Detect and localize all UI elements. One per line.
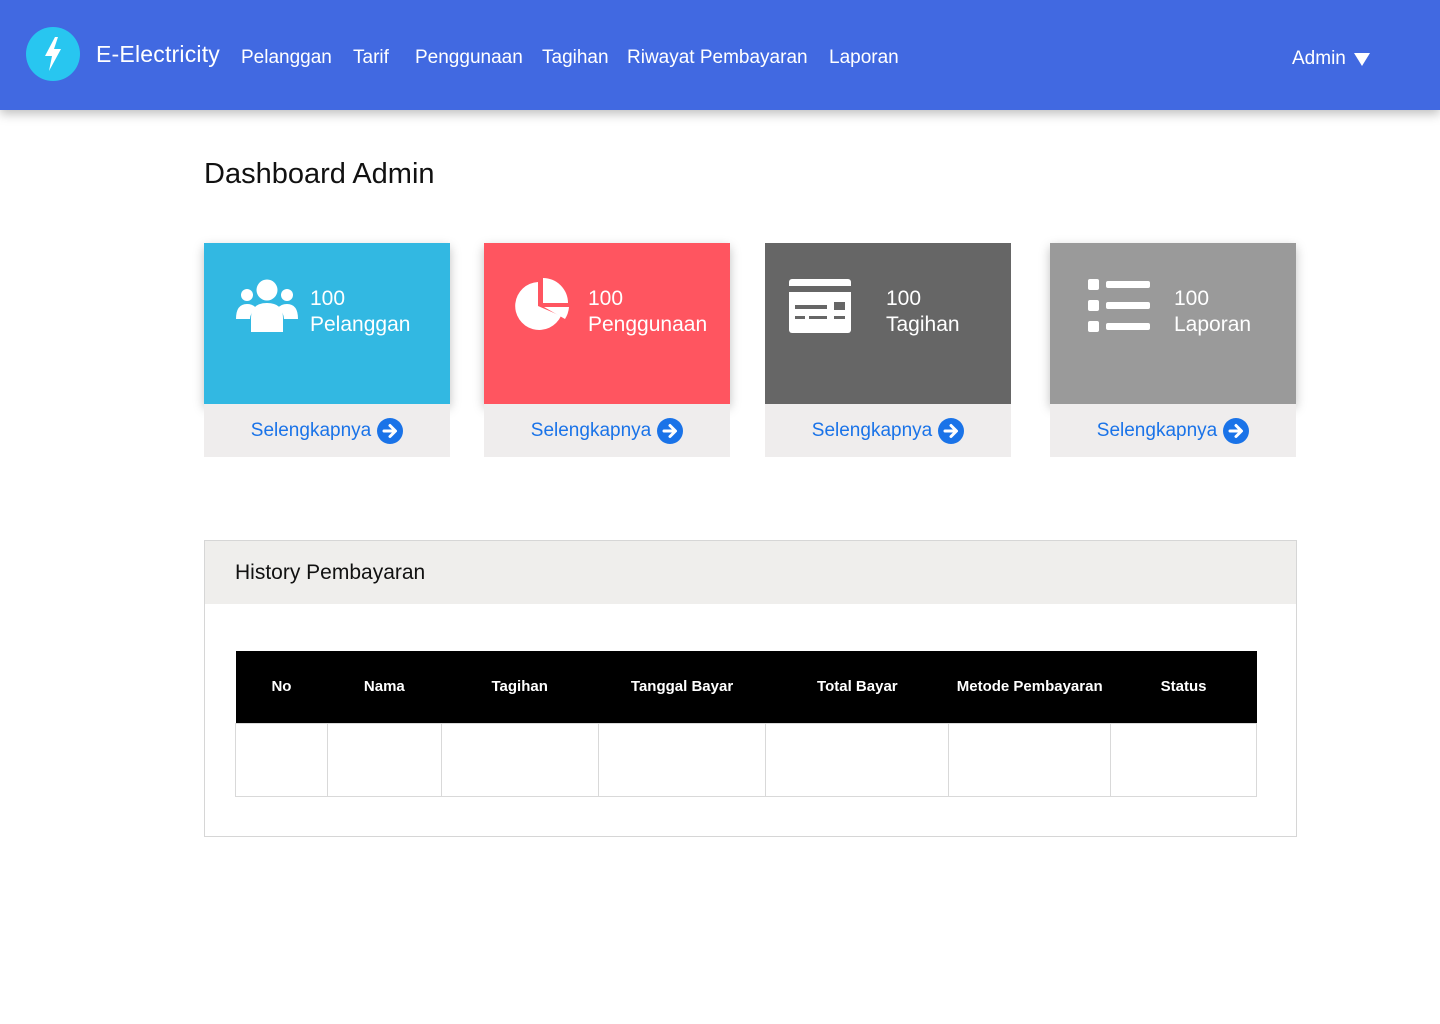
nav-item-tarif[interactable]: Tarif — [353, 47, 389, 69]
nav-item-penggunaan[interactable]: Penggunaan — [415, 47, 523, 69]
stat-count: 100 — [588, 287, 624, 310]
stat-label: Pelanggan — [310, 313, 411, 336]
table-row — [235, 722, 1257, 797]
admin-label: Admin — [1292, 48, 1346, 69]
column-header-tagihan[interactable]: Tagihan — [441, 651, 599, 723]
pie-chart-icon — [515, 278, 569, 330]
arrow-right-circle-icon — [657, 417, 684, 444]
more-link-label: Selengkapnya — [530, 419, 652, 441]
top-navbar: E-Electricity Pelanggan Tarif Penggunaan… — [0, 0, 1440, 110]
stat-card-body: 100 Tagihan — [765, 243, 1011, 404]
column-header-metode-pembayaran[interactable]: Metode Pembayaran — [948, 651, 1111, 723]
more-link-laporan[interactable]: Selengkapnya — [1050, 404, 1296, 457]
nav-item-laporan[interactable]: Laporan — [829, 47, 899, 69]
column-header-tanggal-bayar[interactable]: Tanggal Bayar — [598, 651, 766, 723]
users-icon — [236, 279, 298, 332]
history-panel: History Pembayaran No Nama Tagihan Tangg… — [204, 540, 1297, 837]
lightning-bolt-icon[interactable] — [26, 27, 80, 81]
nav-item-tagihan[interactable]: Tagihan — [542, 47, 609, 69]
more-link-tagihan[interactable]: Selengkapnya — [765, 404, 1011, 457]
table-header-row: No Nama Tagihan Tanggal Bayar Total Baya… — [235, 651, 1257, 723]
stat-count: 100 — [1174, 287, 1210, 310]
stat-count: 100 — [310, 287, 346, 310]
table-cell — [326, 722, 442, 797]
stat-label: Laporan — [1174, 313, 1252, 336]
more-link-penggunaan[interactable]: Selengkapnya — [484, 404, 730, 457]
column-header-total-bayar[interactable]: Total Bayar — [765, 651, 949, 723]
history-panel-header: History Pembayaran — [205, 541, 1296, 604]
more-link-label: Selengkapnya — [1096, 419, 1218, 441]
invoice-card-icon — [789, 279, 851, 333]
nav-item-pelanggan[interactable]: Pelanggan — [241, 47, 332, 69]
more-link-pelanggan[interactable]: Selengkapnya — [204, 404, 450, 457]
column-header-nama[interactable]: Nama — [327, 651, 442, 723]
table-cell — [235, 722, 328, 797]
stat-label: Tagihan — [886, 313, 960, 336]
arrow-right-circle-icon — [1223, 417, 1250, 444]
caret-down-icon — [1353, 52, 1370, 66]
stat-card-pelanggan: 100 Pelanggan Selengkapnya — [204, 243, 450, 457]
stat-label: Penggunaan — [588, 313, 708, 336]
more-link-label: Selengkapnya — [811, 419, 933, 441]
stat-card-penggunaan: 100 Penggunaan Selengkapnya — [484, 243, 730, 457]
table-cell — [948, 722, 1112, 797]
table-cell — [597, 722, 767, 797]
history-title: History Pembayaran — [235, 561, 426, 584]
history-table: No Nama Tagihan Tanggal Bayar Total Baya… — [235, 651, 1257, 797]
stat-card-body: 100 Laporan — [1050, 243, 1296, 404]
stat-card-body: 100 Penggunaan — [484, 243, 730, 404]
admin-user-menu[interactable]: Admin — [1292, 48, 1370, 70]
more-link-label: Selengkapnya — [250, 419, 372, 441]
stat-card-tagihan: 100 Tagihan Selengkapnya — [765, 243, 1011, 457]
list-icon — [1088, 279, 1150, 332]
nav-item-riwayat-pembayaran[interactable]: Riwayat Pembayaran — [627, 47, 808, 69]
page-title: Dashboard Admin — [204, 158, 435, 190]
table-cell — [765, 722, 950, 797]
stat-count: 100 — [886, 287, 922, 310]
column-header-status[interactable]: Status — [1110, 651, 1257, 723]
stat-card-laporan: 100 Laporan Selengkapnya — [1050, 243, 1296, 457]
table-cell — [440, 722, 599, 797]
arrow-right-circle-icon — [938, 417, 965, 444]
column-header-no[interactable]: No — [235, 651, 328, 723]
table-cell — [1110, 722, 1257, 797]
arrow-right-circle-icon — [377, 417, 404, 444]
brand-name[interactable]: E-Electricity — [96, 41, 220, 68]
stat-card-body: 100 Pelanggan — [204, 243, 450, 404]
